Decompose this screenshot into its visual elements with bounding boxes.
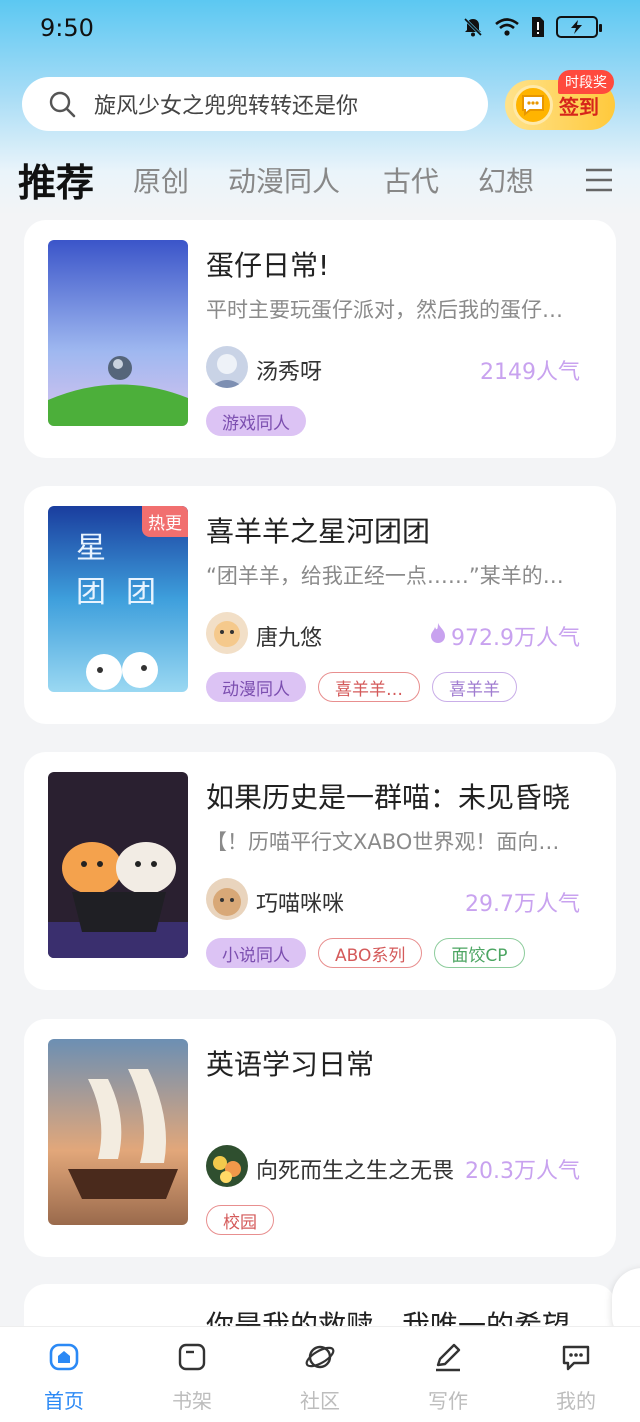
bottom-nav: 首页 书架 社区 写作 我的	[0, 1326, 640, 1422]
tag[interactable]: 喜羊羊…	[318, 672, 420, 702]
tag[interactable]: 校园	[206, 1205, 274, 1235]
popularity-count: 29.7万人气	[465, 886, 580, 918]
checkin-badge: 时段奖	[558, 70, 614, 94]
bell-muted-icon	[462, 16, 484, 38]
nav-home[interactable]: 首页	[24, 1341, 104, 1414]
svg-text:团: 团	[126, 575, 156, 610]
book-card[interactable]: 星 团 团 热更 喜羊羊之星河团团 “团羊羊，给我正经一点……”某羊的… 唐九悠…	[24, 486, 616, 724]
tab-fantasy[interactable]: 幻想	[478, 160, 534, 200]
search-bar[interactable]: 旋风少女之兜兜转转还是你	[22, 77, 488, 131]
popularity-count: 972.9万人气	[429, 620, 580, 652]
book-cover[interactable]: 星 团 团 热更	[48, 506, 188, 692]
svg-text:星: 星	[76, 531, 106, 566]
popularity-text: 2149人气	[480, 360, 580, 385]
book-card[interactable]: 蛋仔日常! 平时主要玩蛋仔派对，然后我的蛋仔… 汤秀呀 2149人气 游戏同人	[24, 220, 616, 458]
author-name[interactable]: 巧喵咪咪	[256, 886, 344, 918]
menu-icon[interactable]	[584, 166, 614, 194]
nav-label: 我的	[556, 1389, 596, 1413]
avatar[interactable]	[206, 1145, 248, 1187]
book-description: “团羊羊，给我正经一点……”某羊的…	[206, 564, 564, 588]
popularity-text: 29.7万人气	[465, 892, 580, 917]
tag[interactable]: ABO系列	[318, 938, 423, 968]
nav-profile[interactable]: 我的	[536, 1341, 616, 1414]
checkin-label: 签到	[559, 94, 599, 119]
tag-list: 游戏同人	[206, 406, 306, 436]
sim-alert-icon	[530, 16, 546, 38]
tag[interactable]: 动漫同人	[206, 672, 306, 702]
avatar[interactable]	[206, 346, 248, 388]
nav-label: 首页	[44, 1389, 84, 1413]
book-title: 喜羊羊之星河团团	[206, 515, 431, 548]
book-title: 蛋仔日常!	[206, 249, 330, 282]
battery-icon	[556, 16, 602, 38]
book-card[interactable]: 如果历史是一群喵：未见昏晓 【！历喵平行文XABO世界观！面向… 巧喵咪咪 29…	[24, 752, 616, 990]
bookshelf-icon	[176, 1341, 208, 1373]
popularity-text: 972.9万人气	[451, 626, 580, 651]
tab-original[interactable]: 原创	[133, 160, 189, 200]
status-time: 9:50	[40, 14, 94, 42]
popularity-count: 20.3万人气	[465, 1153, 580, 1185]
coin-chat-icon	[513, 85, 553, 125]
search-icon	[48, 90, 76, 118]
status-bar: 9:50	[0, 0, 640, 58]
tag-list: 动漫同人 喜羊羊… 喜羊羊	[206, 672, 517, 702]
pen-icon	[432, 1341, 464, 1373]
home-icon	[48, 1341, 80, 1373]
author-name[interactable]: 汤秀呀	[256, 354, 322, 386]
tab-anime-fanfic[interactable]: 动漫同人	[228, 160, 340, 200]
avatar[interactable]	[206, 878, 248, 920]
popularity-text: 20.3万人气	[465, 1159, 580, 1184]
search-text: 旋风少女之兜兜转转还是你	[94, 94, 359, 119]
author-name[interactable]: 向死而生之生之无畏	[256, 1153, 454, 1185]
book-title: 英语学习日常	[206, 1048, 375, 1081]
planet-icon	[304, 1341, 336, 1373]
svg-text:团: 团	[76, 575, 106, 610]
flame-icon	[429, 622, 447, 650]
profile-chat-icon	[560, 1341, 592, 1373]
book-cover[interactable]	[48, 1039, 188, 1225]
popularity-count: 2149人气	[480, 354, 580, 386]
tab-recommend[interactable]: 推荐	[18, 152, 94, 207]
tag[interactable]: 小说同人	[206, 938, 306, 968]
book-cover[interactable]	[48, 240, 188, 426]
tag[interactable]: 游戏同人	[206, 406, 306, 436]
book-title: 如果历史是一群喵：未见昏晓	[206, 781, 571, 814]
nav-label: 写作	[428, 1389, 468, 1413]
status-icons	[462, 16, 602, 38]
tab-ancient[interactable]: 古代	[383, 160, 439, 200]
book-card[interactable]: 英语学习日常 向死而生之生之无畏 20.3万人气 校园	[24, 1019, 616, 1257]
book-description: 【！历喵平行文XABO世界观！面向…	[206, 830, 560, 854]
hot-badge: 热更	[142, 506, 188, 537]
wifi-icon	[494, 16, 520, 38]
nav-label: 书架	[172, 1389, 212, 1413]
tag[interactable]: 喜羊羊	[432, 672, 517, 702]
book-cover[interactable]	[48, 772, 188, 958]
nav-community[interactable]: 社区	[280, 1341, 360, 1414]
book-description: 平时主要玩蛋仔派对，然后我的蛋仔…	[206, 298, 563, 322]
avatar[interactable]	[206, 612, 248, 654]
author-name[interactable]: 唐九悠	[256, 620, 322, 652]
category-tabs: 推荐 原创 动漫同人 古代 幻想	[0, 150, 640, 208]
tag-list: 小说同人 ABO系列 面饺CP	[206, 938, 525, 968]
tag[interactable]: 面饺CP	[434, 938, 525, 968]
nav-write[interactable]: 写作	[408, 1341, 488, 1414]
nav-bookshelf[interactable]: 书架	[152, 1341, 232, 1414]
tag-list: 校园	[206, 1205, 274, 1235]
nav-label: 社区	[300, 1389, 340, 1413]
